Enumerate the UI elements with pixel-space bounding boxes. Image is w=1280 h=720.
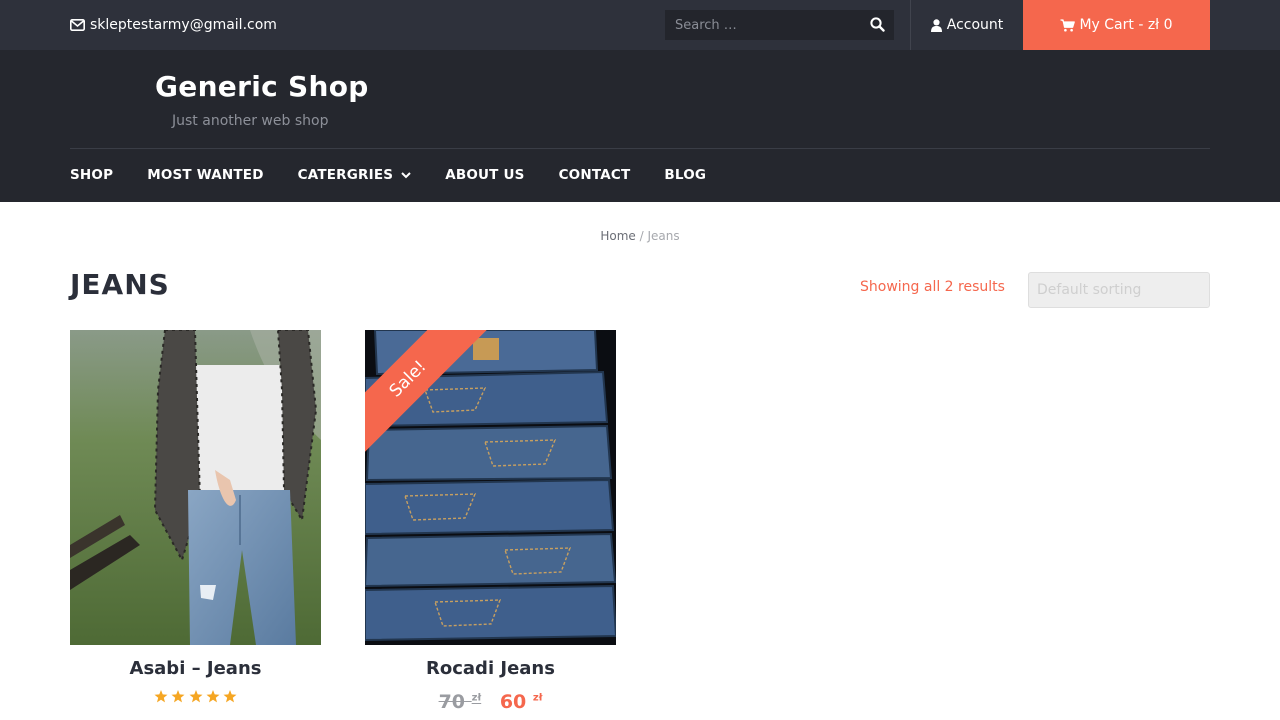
star-icon — [189, 690, 202, 703]
site-title[interactable]: Generic Shop — [155, 70, 369, 103]
product-name[interactable]: Rocadi Jeans — [365, 658, 616, 679]
product-card: Sale! Rocadi Jeans 70 zł 60 zł — [365, 330, 616, 713]
main-nav: SHOP MOST WANTED CATERGRIES ABOUT US CON… — [70, 149, 740, 201]
nav-item-contact[interactable]: CONTACT — [559, 167, 631, 183]
nav-label: BLOG — [664, 167, 707, 183]
cart-button[interactable]: My Cart - zł 0 — [1023, 0, 1210, 50]
star-icon — [154, 690, 168, 703]
user-icon — [930, 18, 942, 32]
breadcrumb-home[interactable]: Home — [600, 229, 635, 243]
nav-label: CATERGRIES — [297, 167, 394, 183]
nav-label: MOST WANTED — [147, 167, 264, 183]
nav-item-categories[interactable]: CATERGRIES — [298, 167, 412, 183]
nav-label: CONTACT — [558, 167, 631, 183]
product-name[interactable]: Asabi – Jeans — [70, 658, 321, 679]
nav-item-blog[interactable]: BLOG — [664, 167, 706, 183]
sort-selected-value: Default sorting — [1037, 282, 1142, 298]
cart-label: My Cart - zł 0 — [1079, 17, 1173, 33]
account-link[interactable]: Account — [911, 0, 1023, 50]
nav-item-about-us[interactable]: ABOUT US — [445, 167, 524, 183]
chevron-down-icon — [401, 171, 411, 178]
envelope-icon — [70, 19, 85, 31]
breadcrumb: Home / Jeans — [0, 229, 1280, 243]
cart-icon — [1060, 18, 1076, 31]
product-card: Asabi – Jeans — [70, 330, 321, 703]
product-image[interactable] — [70, 330, 321, 645]
contact-email[interactable]: skleptestarmy@gmail.com — [70, 0, 277, 50]
breadcrumb-separator: / — [635, 229, 648, 243]
star-icon — [171, 690, 185, 703]
account-label: Account — [946, 17, 1004, 33]
nav-item-shop[interactable]: SHOP — [70, 167, 113, 183]
price: 70 zł 60 zł — [365, 691, 616, 713]
site-header: Generic Shop Just another web shop SHOP … — [0, 50, 1280, 202]
old-price-amount: 70 — [438, 691, 466, 713]
page-title: JEANS — [70, 268, 170, 301]
sort-dropdown[interactable]: Default sorting — [1028, 272, 1210, 308]
nav-label: ABOUT US — [445, 167, 525, 183]
contact-email-text: skleptestarmy@gmail.com — [90, 17, 277, 33]
top-bar: skleptestarmy@gmail.com Account My Cart … — [0, 0, 1280, 50]
currency: zł — [471, 692, 482, 704]
site-tagline: Just another web shop — [172, 113, 329, 129]
breadcrumb-current: Jeans — [647, 229, 680, 243]
sale-price: 60 zł — [500, 691, 543, 713]
currency: zł — [532, 692, 543, 704]
star-icon — [206, 690, 220, 703]
sale-price-amount: 60 — [499, 691, 527, 713]
star-icon — [223, 690, 237, 703]
star-rating — [70, 688, 321, 703]
nav-item-most-wanted[interactable]: MOST WANTED — [147, 167, 263, 183]
old-price: 70 zł — [439, 691, 482, 713]
result-count: Showing all 2 results — [860, 279, 1005, 295]
jeans-model-photo — [70, 330, 321, 645]
search-input[interactable] — [665, 17, 860, 33]
search-icon — [870, 17, 885, 32]
search-form — [665, 10, 894, 40]
nav-label: SHOP — [70, 167, 114, 183]
product-image[interactable]: Sale! — [365, 330, 616, 645]
search-button[interactable] — [870, 17, 885, 36]
